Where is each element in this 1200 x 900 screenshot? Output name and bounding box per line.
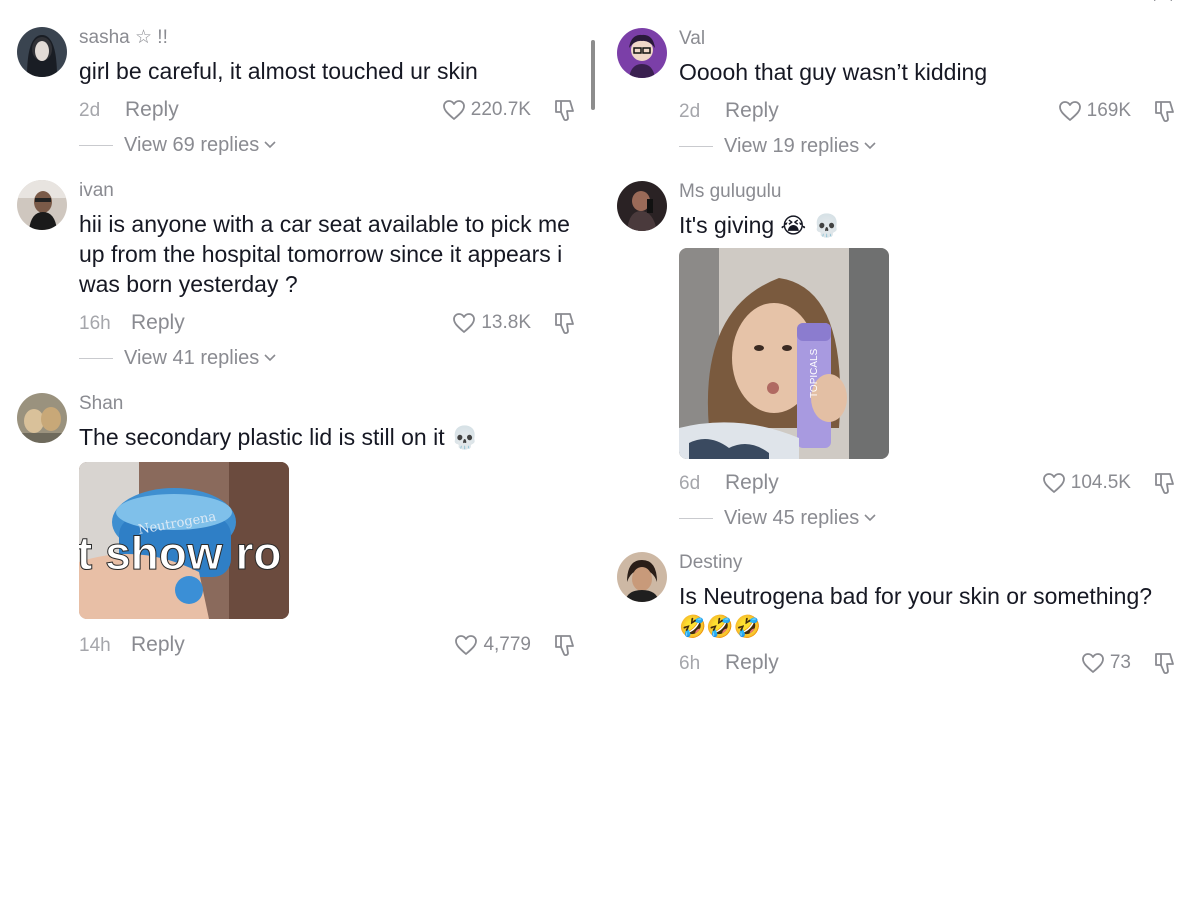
comment-time: 2d (79, 100, 101, 121)
like-count: 13.8K (481, 312, 531, 333)
like-button[interactable]: 4,779 (454, 634, 531, 656)
comment-username[interactable]: ivan (79, 180, 579, 202)
rofl-emoji-line: 🤣🤣🤣 (679, 611, 1179, 643)
view-replies-label: View 19 replies (724, 134, 860, 157)
dislike-button[interactable] (553, 632, 579, 658)
like-button[interactable]: 13.8K (452, 312, 531, 334)
reply-button[interactable]: Reply (725, 99, 779, 123)
media-product-label-text: TOPICALS (809, 348, 820, 398)
divider (79, 357, 113, 359)
like-count: 220.7K (470, 99, 531, 120)
skull-emoji: 💀 (451, 426, 479, 451)
thumbs-down-icon (555, 635, 574, 656)
chevron-down-icon (264, 141, 276, 149)
like-button[interactable]: 73 (1081, 652, 1131, 674)
comments-column-left: ‧ sasha ☆ !! girl be careful, it almost … (0, 0, 580, 900)
view-replies-button[interactable]: View 45 replies (679, 505, 1179, 531)
scrollbar[interactable] (591, 40, 595, 110)
comment-text-content: The secondary plastic lid is still on it (79, 424, 445, 450)
like-count: 104.5K (1070, 472, 1131, 493)
like-count: 73 (1109, 652, 1131, 673)
reply-button[interactable]: Reply (131, 311, 185, 335)
like-count: 4,779 (483, 634, 531, 655)
comment-username[interactable]: Ms gulugulu (679, 181, 1179, 203)
crying-skull-emoji: 😭 💀 (780, 214, 841, 239)
comment-actions: 6h Reply 73 (679, 649, 1179, 679)
heart-outline-icon (453, 313, 476, 333)
close-icon[interactable] (1152, 0, 1174, 6)
comment-text: girl be careful, it almost touched ur sk… (79, 58, 478, 84)
comment-text: The secondary plastic lid is still on it… (79, 422, 579, 454)
comment-actions: 2d Reply 220.7K (79, 96, 579, 126)
view-replies-label: View 45 replies (724, 506, 860, 529)
view-replies-button[interactable]: View 19 replies (679, 133, 1179, 159)
reply-button[interactable]: Reply (725, 651, 779, 675)
dislike-button[interactable] (553, 310, 579, 336)
comments-column-right: Val Ooooh that guy wasn’t kidding 2d Rep… (600, 0, 1180, 900)
reply-button[interactable]: Reply (725, 471, 779, 495)
comment-username[interactable]: sasha ☆ !! (79, 27, 579, 49)
comment-username[interactable]: Val (679, 28, 1179, 50)
divider (679, 145, 713, 147)
dislike-button[interactable] (553, 97, 579, 123)
dislike-button[interactable] (1153, 470, 1179, 496)
dislike-button[interactable] (1153, 650, 1179, 676)
comment-actions: 16h Reply 13.8K (79, 309, 579, 339)
thumbs-down-icon (1155, 473, 1174, 494)
comment-actions: 14h Reply 4,779 (79, 631, 579, 661)
like-button[interactable]: 169K (1058, 100, 1131, 122)
heart-outline-icon (1081, 653, 1104, 673)
heart-outline-icon (1058, 101, 1081, 121)
view-replies-label: View 41 replies (124, 346, 260, 369)
avatar[interactable] (17, 27, 67, 77)
comment-time: 14h (79, 635, 111, 656)
comment-username[interactable]: Shan (79, 393, 579, 415)
heart-outline-icon (1042, 473, 1065, 493)
view-replies-button[interactable]: View 69 replies (79, 132, 579, 158)
media-caption-text: t show ro (79, 527, 281, 579)
comment-actions: 6d Reply 104.5K (679, 469, 1179, 499)
comment-time: 2d (679, 101, 701, 122)
comment-time: 6h (679, 653, 701, 674)
thumbs-down-icon (1155, 653, 1174, 674)
reply-button[interactable]: Reply (131, 633, 185, 657)
comment-username[interactable]: Destiny (679, 552, 1179, 574)
comment-text: Is Neutrogena bad for your skin or somet… (679, 583, 1153, 609)
rofl-emoji: 🤣🤣🤣 (679, 615, 762, 640)
comment-time: 16h (79, 313, 111, 334)
heart-outline-icon (442, 100, 465, 120)
thumbs-down-icon (1155, 101, 1174, 122)
view-replies-label: View 69 replies (124, 133, 260, 156)
thumbs-down-icon (555, 313, 574, 334)
comment-time: 6d (679, 473, 701, 494)
comment-text: Ooooh that guy wasn’t kidding (679, 59, 988, 85)
comment-media-image[interactable]: Neutrogena t show ro (79, 462, 289, 619)
heart-outline-icon (455, 635, 478, 655)
divider (679, 517, 713, 519)
dislike-button[interactable] (1153, 98, 1179, 124)
avatar[interactable] (617, 181, 667, 231)
chevron-down-icon (264, 354, 276, 362)
comment-text: It's giving 😭 💀 (679, 210, 1179, 242)
divider (79, 144, 113, 146)
clipped-header-text: ‧ (230, 0, 235, 2)
like-button[interactable]: 104.5K (1042, 472, 1131, 494)
view-replies-button[interactable]: View 41 replies (79, 345, 579, 371)
like-count: 169K (1086, 100, 1131, 121)
chevron-down-icon (864, 514, 876, 522)
comment-actions: 2d Reply 169K (679, 97, 1179, 127)
avatar[interactable] (617, 28, 667, 78)
comment-text: hii is anyone with a car seat available … (79, 211, 570, 297)
like-button[interactable]: 220.7K (442, 99, 531, 121)
chevron-down-icon (864, 142, 876, 150)
reply-button[interactable]: Reply (125, 98, 179, 122)
avatar[interactable] (17, 180, 67, 230)
avatar[interactable] (17, 393, 67, 443)
avatar[interactable] (617, 552, 667, 602)
thumbs-down-icon (555, 100, 574, 121)
comment-media-image[interactable]: TOPICALS (679, 248, 889, 459)
comment-text-content: It's giving (679, 212, 775, 238)
